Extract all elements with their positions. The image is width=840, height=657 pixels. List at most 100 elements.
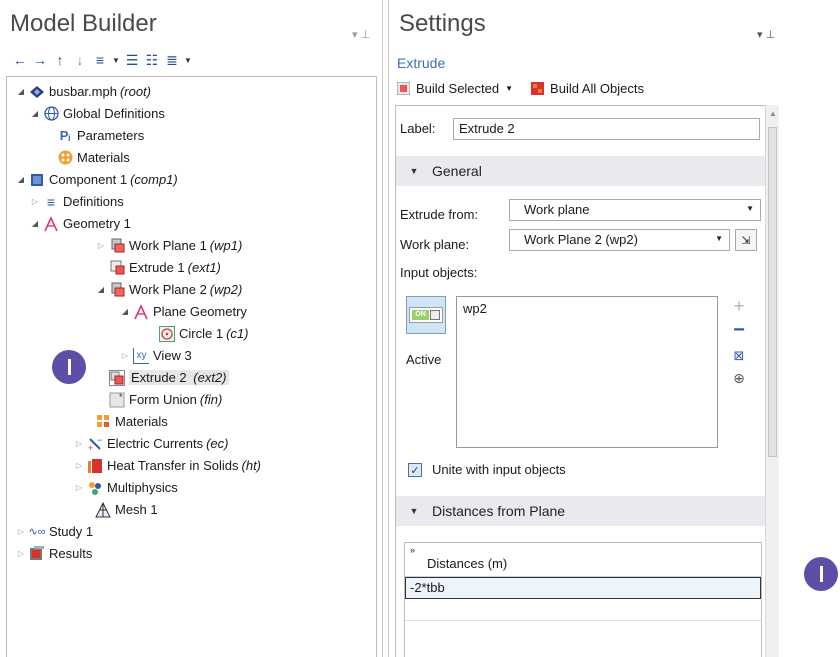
filter-icon[interactable]: ≡ bbox=[90, 50, 110, 70]
scroll-up-icon[interactable]: ▲ bbox=[769, 109, 777, 118]
plane-geometry-icon bbox=[133, 303, 149, 320]
move-up-icon[interactable]: ↑ bbox=[50, 50, 70, 70]
tree-node-work-plane-1[interactable]: ▷ Work Plane 1 (wp1) bbox=[95, 235, 242, 256]
tree-node-mesh[interactable]: Mesh 1 bbox=[93, 499, 158, 520]
tree-node-label: Multiphysics bbox=[107, 480, 178, 495]
electric-currents-icon: + − bbox=[87, 436, 103, 452]
label-caption: Label: bbox=[400, 121, 436, 136]
collapse-all-icon[interactable]: ☷ bbox=[142, 50, 162, 70]
distances-column-header: Distances (m) bbox=[427, 556, 508, 571]
scroll-thumb[interactable] bbox=[768, 127, 777, 457]
column-resize-icon[interactable]: » bbox=[410, 545, 415, 555]
distances-section-header[interactable]: ▼ Distances from Plane bbox=[396, 496, 770, 526]
collapse-toggle-icon[interactable]: ▷ bbox=[95, 241, 107, 250]
model-builder-title: Model Builder bbox=[10, 10, 157, 37]
add-icon[interactable]: + bbox=[729, 296, 749, 316]
extrude-from-caption: Extrude from: bbox=[400, 207, 479, 222]
pane-menu-icon[interactable]: ▾ ⊥ bbox=[352, 28, 370, 41]
tree-node-definitions[interactable]: ▷ ≡ Definitions bbox=[29, 191, 124, 212]
general-section-header[interactable]: ▼ General bbox=[396, 156, 770, 186]
tree-node-global-definitions[interactable]: ◢ Global Definitions bbox=[29, 103, 165, 124]
expand-toggle-icon[interactable]: ◢ bbox=[29, 219, 41, 228]
expand-toggle-icon[interactable]: ◢ bbox=[29, 109, 41, 118]
build-toolbar: Build Selected ▼ Build All Objects bbox=[396, 78, 644, 98]
remove-icon[interactable]: − bbox=[729, 319, 749, 341]
build-selected-dropdown-icon[interactable]: ▼ bbox=[505, 84, 513, 93]
list-icon[interactable]: ≣ bbox=[162, 50, 182, 70]
move-down-icon[interactable]: ↓ bbox=[70, 50, 90, 70]
tree-node-results[interactable]: ▷ Results bbox=[15, 543, 92, 564]
work-plane-icon bbox=[109, 282, 125, 298]
expand-toggle-icon[interactable]: ◢ bbox=[15, 175, 27, 184]
tree-node-materials[interactable]: Materials bbox=[93, 411, 168, 432]
expand-toggle-icon[interactable]: ◢ bbox=[95, 285, 107, 294]
tree-node-form-union[interactable]: * Form Union (fin) bbox=[107, 389, 222, 410]
section-collapse-icon: ▼ bbox=[409, 166, 419, 176]
input-objects-list[interactable]: wp2 bbox=[456, 296, 718, 448]
collapse-toggle-icon[interactable]: ▷ bbox=[73, 461, 85, 470]
collapse-toggle-icon[interactable]: ▷ bbox=[73, 439, 85, 448]
unite-checkbox[interactable]: ✓ bbox=[408, 463, 422, 477]
callout-marker bbox=[52, 350, 86, 384]
tree-node-component[interactable]: ◢ Component 1 (comp1) bbox=[15, 169, 178, 190]
tree-node-study[interactable]: ▷ ∿∞ Study 1 bbox=[15, 521, 93, 542]
collapse-toggle-icon[interactable]: ▷ bbox=[29, 197, 41, 206]
tree-node-label: Study 1 bbox=[49, 524, 94, 539]
model-builder-pane: Model Builder ▾ ⊥ ← → ↑ ↓ ≡ ▼ ☰ ☷ ≣ ▼ ◢ … bbox=[0, 0, 383, 657]
pane-menu-icon[interactable]: ▾ ⊥ bbox=[757, 28, 775, 41]
tree-node-geometry[interactable]: ◢ Geometry 1 bbox=[29, 213, 131, 234]
back-arrow-icon[interactable]: ← bbox=[10, 50, 30, 70]
expand-all-icon[interactable]: ☰ bbox=[122, 50, 142, 70]
tree-node-heat-transfer[interactable]: ▷ Heat Transfer in Solids (ht) bbox=[73, 455, 261, 476]
collapse-toggle-icon[interactable]: ▷ bbox=[15, 527, 27, 536]
expand-toggle-icon[interactable]: ◢ bbox=[119, 307, 131, 316]
extrude-from-select[interactable]: Work plane ▼ bbox=[509, 199, 761, 221]
label-input[interactable]: Extrude 2 bbox=[453, 118, 760, 140]
filter-dropdown-icon[interactable]: ▼ bbox=[110, 56, 122, 65]
table-row[interactable]: -2*tbb bbox=[405, 577, 761, 599]
chevron-down-icon: ▼ bbox=[715, 234, 723, 243]
tree-node-electric-currents[interactable]: ▷ + − Electric Currents (ec) bbox=[73, 433, 229, 454]
go-to-source-icon[interactable]: ⇲ bbox=[735, 229, 757, 251]
clear-selection-icon[interactable]: ⊠ bbox=[729, 346, 749, 366]
collapse-toggle-icon[interactable]: ▷ bbox=[15, 549, 27, 558]
callout-marker bbox=[804, 557, 838, 591]
component-icon bbox=[29, 172, 45, 188]
tree-node-multiphysics[interactable]: ▷ Multiphysics bbox=[73, 477, 178, 498]
tree-node-tag: (c1) bbox=[226, 326, 249, 341]
model-builder-toolbar: ← → ↑ ↓ ≡ ▼ ☰ ☷ ≣ ▼ bbox=[10, 50, 194, 70]
tree-node-view-3[interactable]: ▷ xy View 3 bbox=[119, 345, 192, 366]
tree-node-tag: (root) bbox=[119, 84, 151, 99]
expand-toggle-icon[interactable]: ◢ bbox=[15, 87, 27, 96]
tree-node-plane-geometry[interactable]: ◢ Plane Geometry bbox=[119, 301, 247, 322]
tree-node-label: Component 1 bbox=[49, 172, 128, 187]
list-dropdown-icon[interactable]: ▼ bbox=[182, 56, 194, 65]
zoom-to-selection-icon[interactable]: ⊕ bbox=[729, 368, 749, 388]
tree-node-tag: (ht) bbox=[241, 458, 262, 473]
list-item[interactable]: wp2 bbox=[463, 301, 711, 316]
tree-node-extrude-1[interactable]: Extrude 1 (ext1) bbox=[107, 257, 221, 278]
table-row-empty[interactable] bbox=[405, 599, 761, 621]
tree-node-circle-1[interactable]: Circle 1 (c1) bbox=[157, 323, 248, 344]
forward-arrow-icon[interactable]: → bbox=[30, 50, 50, 70]
activation-toggle-button[interactable]: ON bbox=[406, 296, 446, 334]
tree-node-parameters[interactable]: Pᵢ Parameters bbox=[43, 125, 144, 146]
distances-table: » Distances (m) -2*tbb bbox=[404, 542, 762, 657]
section-title: Distances from Plane bbox=[432, 503, 566, 519]
settings-scrollbar[interactable]: ▲ bbox=[765, 105, 779, 657]
tree-node-root[interactable]: ◢ busbar.mph (root) bbox=[15, 81, 151, 102]
tree-node-label: Heat Transfer in Solids bbox=[107, 458, 239, 473]
settings-title: Settings bbox=[399, 10, 486, 37]
collapse-toggle-icon[interactable]: ▷ bbox=[119, 351, 131, 360]
collapse-toggle-icon[interactable]: ▷ bbox=[73, 483, 85, 492]
tree-node-global-materials[interactable]: Materials bbox=[43, 147, 130, 168]
tree-node-label: Results bbox=[49, 546, 93, 561]
build-selected-button[interactable]: Build Selected bbox=[416, 81, 499, 96]
toggle-switch-icon: ON bbox=[409, 307, 443, 323]
tree-node-work-plane-2[interactable]: ◢ Work Plane 2 (wp2) bbox=[95, 279, 242, 300]
work-plane-select[interactable]: Work Plane 2 (wp2) ▼ bbox=[509, 229, 730, 251]
tree-node-extrude-2[interactable]: Extrude 2 (ext2) bbox=[107, 367, 229, 388]
build-all-button[interactable]: Build All Objects bbox=[550, 81, 644, 96]
tree-node-label: Form Union bbox=[129, 392, 197, 407]
settings-pane: Settings ▾ ⊥ Extrude Build Selected ▼ Bu… bbox=[388, 0, 787, 657]
